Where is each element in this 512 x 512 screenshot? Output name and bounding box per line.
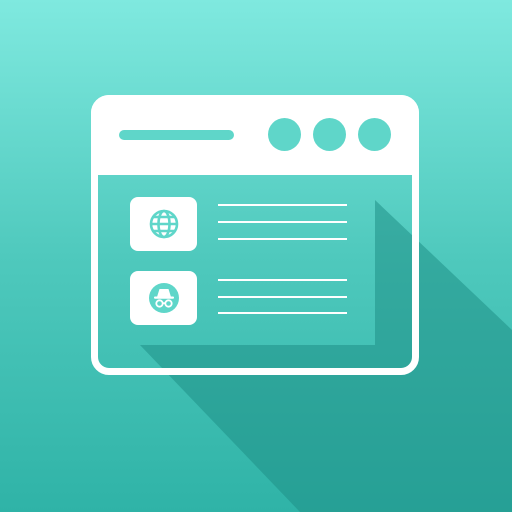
window-control-dot xyxy=(358,118,391,151)
incognito-tile xyxy=(130,271,197,325)
list-text-line xyxy=(218,279,347,281)
list-text-line xyxy=(218,238,347,240)
list-text-line xyxy=(218,312,347,314)
browser-app-icon xyxy=(0,0,512,512)
list-text-line xyxy=(218,296,347,298)
globe-icon xyxy=(149,209,178,239)
window-control-dot xyxy=(313,118,346,151)
globe-tile xyxy=(130,197,197,251)
list-text-line xyxy=(218,221,347,223)
list-text-line xyxy=(218,204,347,206)
address-bar xyxy=(119,130,234,140)
incognito-icon xyxy=(148,283,179,313)
window-control-dot xyxy=(268,118,301,151)
